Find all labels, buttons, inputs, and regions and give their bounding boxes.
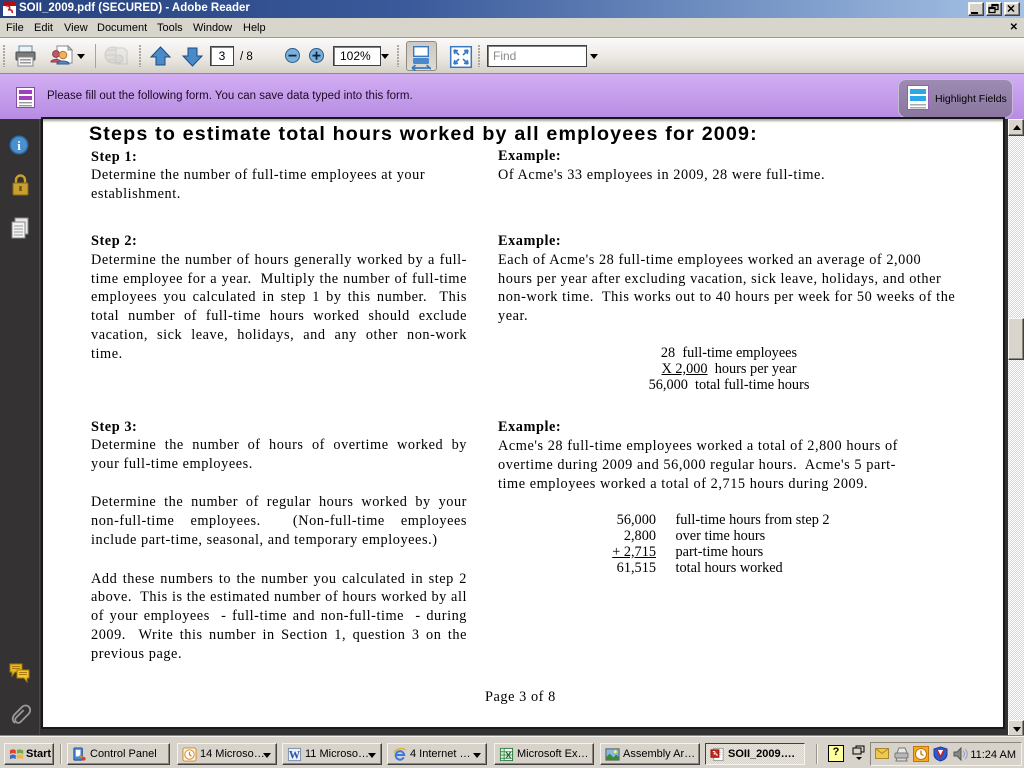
svg-text:X: X — [505, 750, 512, 760]
svg-text:i: i — [17, 138, 21, 153]
svg-text:W: W — [289, 750, 301, 762]
